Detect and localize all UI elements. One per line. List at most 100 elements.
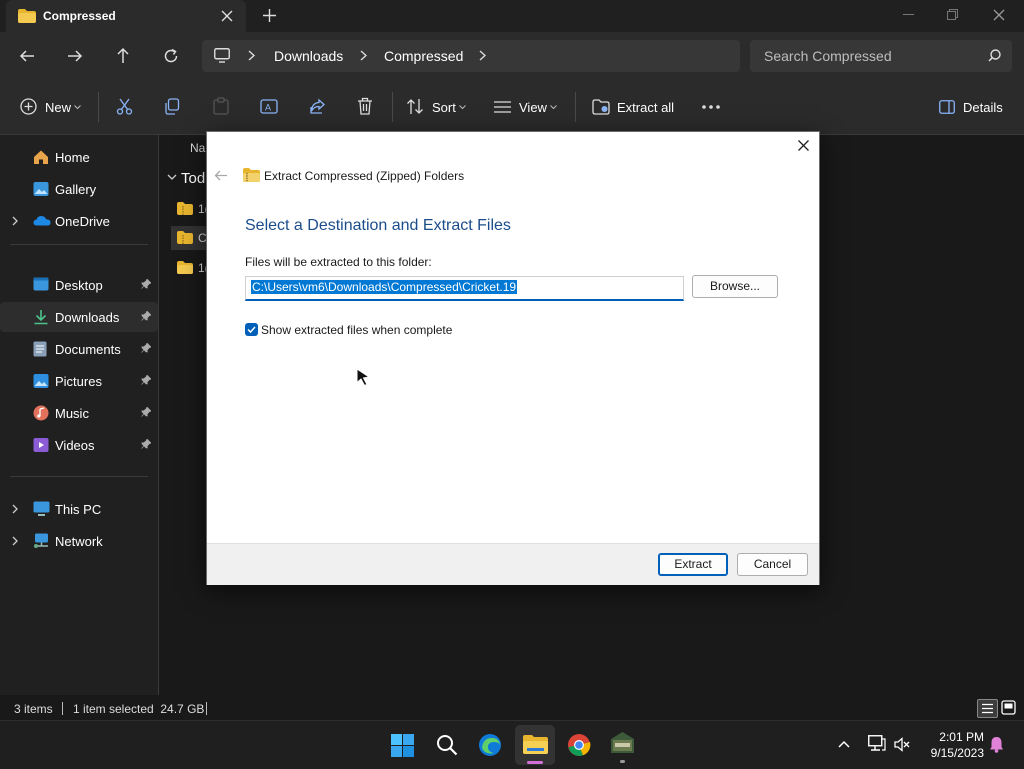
chevron-right-icon[interactable] [12, 504, 18, 514]
browse-button[interactable]: Browse... [692, 275, 778, 298]
pictures-icon [33, 373, 49, 389]
pin-icon[interactable] [141, 343, 151, 353]
sidebar-item-videos[interactable]: Videos [0, 430, 158, 460]
search-icon[interactable] [988, 49, 1001, 62]
search-icon[interactable] [436, 734, 458, 756]
sidebar-item-onedrive[interactable]: OneDrive [0, 206, 158, 236]
game-app-icon[interactable] [610, 731, 635, 763]
chevron-down-icon[interactable] [74, 105, 81, 110]
new-button[interactable]: New [45, 100, 71, 115]
minimize-icon[interactable] [903, 14, 914, 16]
clock-time[interactable]: 2:01 PM [922, 730, 984, 744]
table-row[interactable]: 1( [171, 256, 211, 280]
extract-all-icon[interactable] [592, 98, 610, 115]
sort-button[interactable]: Sort [432, 100, 456, 115]
paste-clipboard-icon [213, 97, 229, 115]
file-explorer-taskbar-button[interactable] [515, 725, 555, 765]
document-icon [33, 341, 47, 357]
breadcrumb-downloads[interactable]: Downloads [274, 48, 343, 64]
windows-start-icon[interactable] [391, 734, 414, 757]
rename-icon[interactable]: A [260, 98, 278, 115]
sidebar-item-network[interactable]: Network [0, 526, 158, 556]
view-lines-icon[interactable] [494, 101, 511, 113]
edge-browser-icon[interactable] [478, 733, 502, 757]
volume-muted-icon[interactable] [894, 737, 910, 752]
details-view-icon[interactable] [977, 699, 998, 718]
back-arrow-icon[interactable] [19, 48, 35, 64]
table-row[interactable]: 1( [171, 197, 211, 221]
copy-icon[interactable] [164, 98, 181, 115]
pin-icon[interactable] [141, 311, 151, 321]
new-tab-plus-icon[interactable] [263, 9, 276, 22]
show-files-label[interactable]: Show extracted files when complete [261, 323, 452, 337]
network-icon [33, 533, 50, 549]
display-network-icon[interactable] [868, 735, 886, 752]
sort-arrows-icon[interactable] [406, 98, 424, 115]
extract-button[interactable]: Extract [658, 553, 728, 576]
sidebar-item-documents[interactable]: Documents [0, 334, 158, 364]
forward-arrow-icon[interactable] [67, 48, 83, 64]
chrome-browser-icon[interactable] [567, 733, 591, 757]
close-window-icon[interactable] [993, 9, 1005, 21]
sidebar-item-home[interactable]: Home [0, 142, 158, 172]
folder-icon [18, 9, 36, 23]
selection-info: 1 item selected 24.7 GB [73, 702, 205, 716]
tiles-view-icon[interactable] [1001, 700, 1016, 715]
sidebar-item-pictures[interactable]: Pictures [0, 366, 158, 396]
extract-dialog: Extract Compressed (Zipped) Folders Sele… [206, 131, 820, 585]
divider [98, 92, 99, 122]
address-bar[interactable]: Downloads Compressed [202, 40, 740, 72]
breadcrumb-compressed[interactable]: Compressed [384, 48, 463, 64]
restore-icon[interactable] [947, 9, 958, 20]
refresh-icon[interactable] [163, 48, 179, 64]
pin-icon[interactable] [141, 279, 151, 289]
close-tab-icon[interactable] [221, 10, 233, 22]
cut-scissors-icon[interactable] [116, 98, 133, 115]
tab-title: Compressed [43, 9, 116, 23]
details-button[interactable]: Details [963, 100, 1003, 115]
clock-date[interactable]: 9/15/2023 [916, 746, 984, 760]
notification-bell-icon[interactable] [989, 736, 1004, 753]
chevron-down-icon[interactable] [459, 105, 466, 110]
chevron-right-icon[interactable] [479, 50, 486, 61]
chevron-down-icon[interactable] [167, 174, 177, 180]
up-arrow-icon[interactable] [115, 47, 131, 64]
chevron-right-icon[interactable] [12, 536, 18, 546]
destination-path-input[interactable]: C:\Users\vm6\Downloads\Compressed\Cricke… [245, 276, 684, 301]
pin-icon[interactable] [141, 439, 151, 449]
share-icon[interactable] [309, 98, 326, 115]
divider [62, 702, 63, 715]
pin-icon[interactable] [141, 407, 151, 417]
more-options-ellipsis-icon[interactable] [702, 105, 720, 109]
chevron-right-icon[interactable] [12, 216, 18, 226]
group-header-today[interactable]: Tod [181, 170, 205, 187]
chevron-right-icon[interactable] [360, 50, 367, 61]
chevron-down-icon[interactable] [550, 105, 557, 110]
sidebar-item-desktop[interactable]: Desktop [0, 270, 158, 300]
new-plus-circle-icon[interactable] [20, 98, 37, 115]
sidebar-item-gallery[interactable]: Gallery [0, 174, 158, 204]
pin-icon[interactable] [141, 375, 151, 385]
close-icon[interactable] [798, 140, 809, 151]
chevron-right-icon[interactable] [248, 50, 255, 61]
window-tab[interactable]: Compressed [6, 0, 246, 32]
delete-trash-icon[interactable] [357, 97, 373, 115]
computer-icon [33, 501, 50, 517]
file-explorer-icon [523, 734, 548, 754]
music-icon [33, 405, 49, 421]
monitor-icon [214, 48, 230, 63]
sidebar-item-music[interactable]: Music [0, 398, 158, 428]
sidebar-item-downloads[interactable]: Downloads [0, 302, 158, 332]
search-box[interactable]: Search Compressed [750, 40, 1012, 72]
details-pane-icon[interactable] [939, 100, 955, 114]
sidebar-item-this-pc[interactable]: This PC [0, 494, 158, 524]
sidebar-item-label: Gallery [55, 182, 97, 197]
view-button[interactable]: View [519, 100, 547, 115]
search-placeholder: Search Compressed [764, 48, 892, 64]
cancel-button[interactable]: Cancel [737, 553, 808, 576]
extract-all-button[interactable]: Extract all [617, 100, 674, 115]
table-row[interactable]: C [171, 226, 211, 250]
column-header-name[interactable]: Na [190, 141, 205, 155]
chevron-up-icon[interactable] [838, 740, 850, 748]
show-files-checkbox[interactable] [245, 323, 258, 336]
